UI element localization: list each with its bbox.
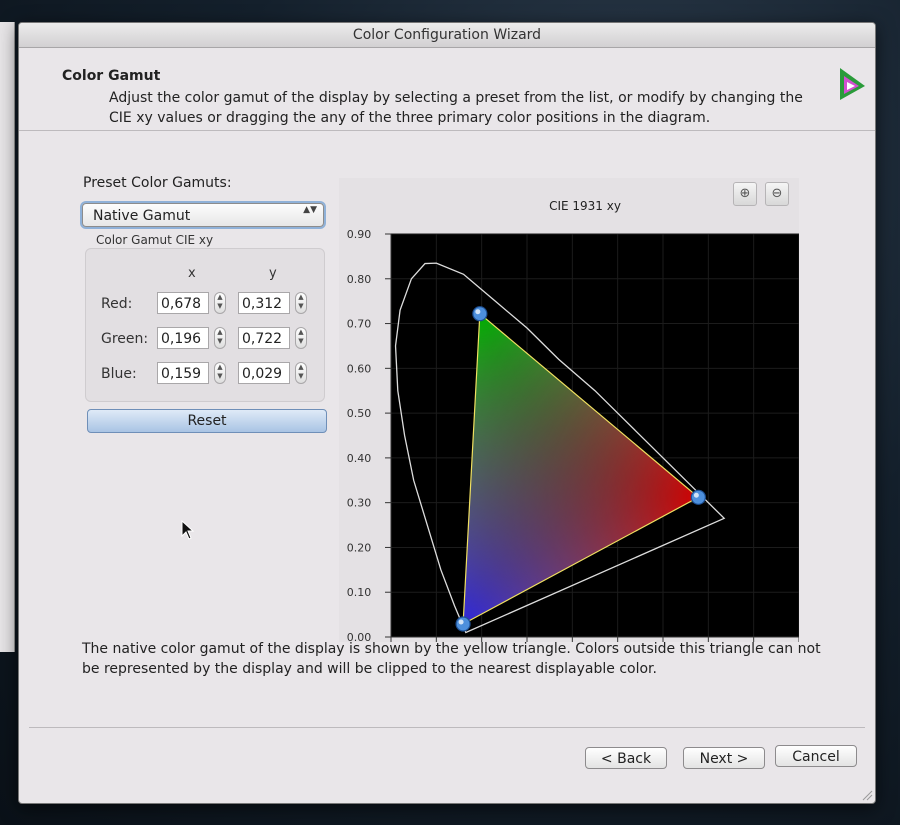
primary-handle-red <box>690 489 706 505</box>
chart-title: CIE 1931 xy <box>549 199 621 213</box>
y-tick-label: 0.60 <box>347 362 372 375</box>
back-button[interactable]: < Back <box>585 747 667 769</box>
blue-x-stepper[interactable]: ▲ ▼ <box>214 362 226 384</box>
cancel-button[interactable]: Cancel <box>775 745 857 767</box>
primary-handle-green <box>472 306 488 322</box>
preset-gamut-select[interactable]: Native Gamut ▲▼ <box>82 203 324 227</box>
gamut-note: The native color gamut of the display is… <box>82 641 821 677</box>
primary-handle-shine <box>475 309 481 315</box>
green-y-stepper[interactable]: ▲ ▼ <box>295 327 307 349</box>
cie-diagram[interactable]: CIE 1931 xy0.000.100.200.300.400.500.600… <box>339 178 799 642</box>
select-arrows-icon: ▲▼ <box>303 205 317 215</box>
blue-y-field[interactable]: 0,029 <box>238 362 290 384</box>
green-y-field[interactable]: 0,722 <box>238 327 290 349</box>
cie-chart[interactable]: CIE 1931 xy 0.00 0.10 0.20 0.30 0.40 0.50 0.60 0… <box>339 178 799 642</box>
blue-label: Blue: <box>101 366 137 382</box>
green-x-stepper[interactable]: ▲ ▼ <box>214 327 226 349</box>
color-triangle-icon <box>840 68 865 100</box>
y-tick-label: 0.20 <box>347 541 372 554</box>
primary-handle-blue <box>455 616 471 632</box>
next-button[interactable]: Next > <box>683 747 765 769</box>
y-tick-label: 0.30 <box>347 497 372 510</box>
blue-x-field[interactable]: 0,159 <box>157 362 209 384</box>
preset-label: Preset Color Gamuts: <box>83 175 232 191</box>
red-x-stepper[interactable]: ▲ ▼ <box>214 292 226 314</box>
y-tick-label: 0.40 <box>347 452 372 465</box>
y-tick-label: 0.50 <box>347 407 372 420</box>
green-x-field[interactable]: 0,196 <box>157 327 209 349</box>
reset-button[interactable]: Reset <box>87 409 327 433</box>
zoom-out-icon[interactable]: ⊖ <box>765 182 789 206</box>
blue-y-stepper[interactable]: ▲ ▼ <box>295 362 307 384</box>
red-x-field[interactable]: 0,678 <box>157 292 209 314</box>
red-label: Red: <box>101 296 133 312</box>
primary-handle-shine <box>693 492 699 498</box>
page-title: Color Gamut <box>62 68 161 84</box>
red-y-field[interactable]: 0,312 <box>238 292 290 314</box>
y-tick-label: 0.90 <box>347 228 372 241</box>
y-tick-label: 0.10 <box>347 586 372 599</box>
resize-grip-icon[interactable] <box>861 789 873 801</box>
footer-divider <box>29 727 865 728</box>
primary-handle-shine <box>458 619 464 625</box>
window-title: Color Configuration Wizard <box>19 23 875 48</box>
gamut-caption: Color Gamut CIE xy <box>96 233 214 247</box>
zoom-in-icon[interactable]: ⊕ <box>733 182 757 206</box>
preset-selected-value: Native Gamut <box>93 208 191 224</box>
wizard-header: Color Gamut Adjust the color gamut of th… <box>19 48 875 131</box>
wizard-window: Color Configuration Wizard Color Gamut A… <box>18 22 876 804</box>
green-label: Green: <box>101 331 149 347</box>
y-tick-label: 0.80 <box>347 273 372 286</box>
background-window <box>0 22 15 652</box>
page-description: Adjust the color gamut of the display by… <box>109 90 803 126</box>
y-tick-label: 0.70 <box>347 318 372 331</box>
red-y-stepper[interactable]: ▲ ▼ <box>295 292 307 314</box>
column-y-header: y <box>269 266 277 281</box>
mouse-pointer-icon <box>181 520 195 540</box>
column-x-header: x <box>188 266 196 281</box>
